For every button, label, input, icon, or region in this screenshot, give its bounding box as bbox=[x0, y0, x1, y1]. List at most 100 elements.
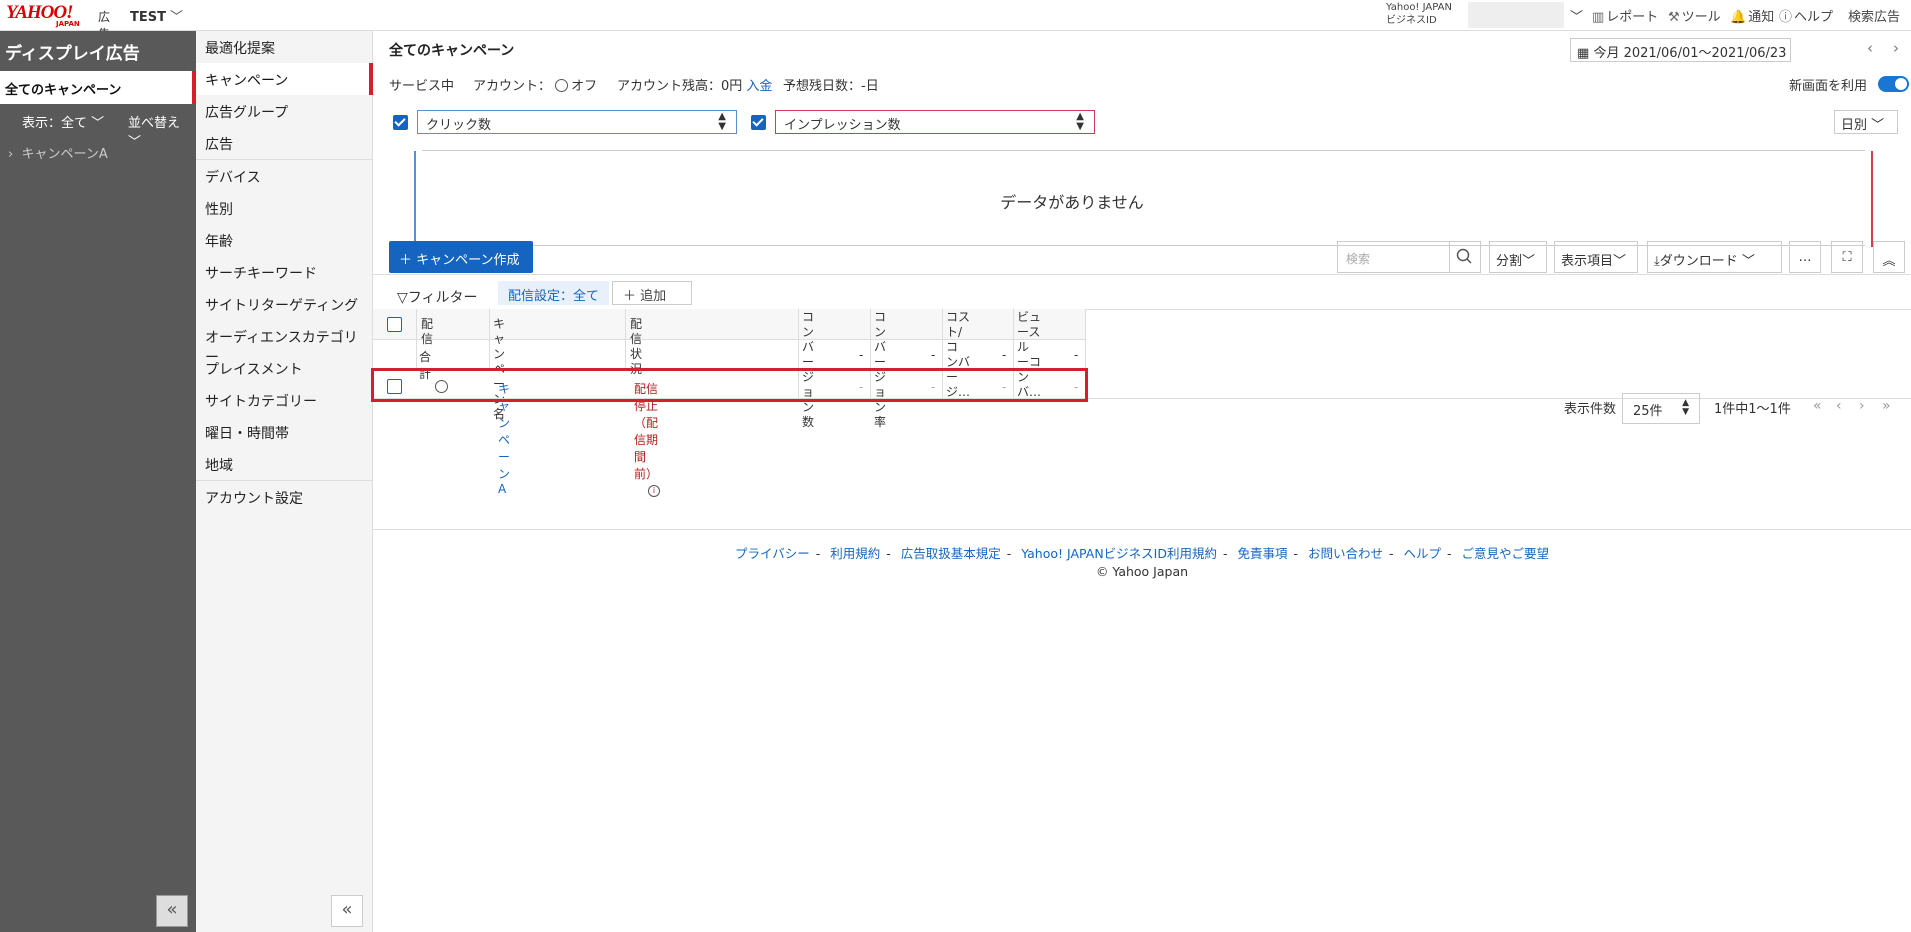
search-ads-link[interactable]: 検索広告 bbox=[1848, 6, 1900, 25]
subnav-item-adgroup[interactable]: 広告グループ bbox=[196, 95, 373, 127]
subnav-item-account-settings[interactable]: アカウント設定 bbox=[196, 481, 373, 513]
expand-icon: ⛶ bbox=[1842, 250, 1852, 265]
chevron-down-icon: ﹀ bbox=[1570, 10, 1584, 25]
deposit-link[interactable]: 入金 bbox=[746, 79, 772, 94]
left-axis bbox=[414, 151, 416, 247]
chevron-down-icon: ﹀ bbox=[1871, 118, 1885, 133]
highlight-box bbox=[371, 368, 1088, 402]
more-button[interactable]: … bbox=[1789, 241, 1821, 273]
subnav-item-audience-category[interactable]: オーディエンスカテゴリー bbox=[196, 320, 373, 366]
account-selector[interactable]: TEST ﹀ bbox=[130, 6, 183, 25]
all-campaigns-item[interactable]: 全てのキャンペーン bbox=[0, 71, 196, 104]
plus-icon: ＋ bbox=[623, 289, 637, 304]
subnav-item-placement[interactable]: プレイスメント bbox=[196, 352, 373, 384]
footer-link-privacy[interactable]: プライバシー bbox=[735, 546, 810, 561]
subnav-item-campaign[interactable]: キャンペーン bbox=[196, 63, 373, 95]
segment-button[interactable]: 分割﹀ bbox=[1489, 241, 1547, 273]
bar-chart-icon: ▥ bbox=[1592, 10, 1605, 25]
sort-dropdown[interactable]: 並べ替え ﹀ bbox=[128, 112, 196, 150]
date-range-selector[interactable]: ▦ 今月 2021/06/01〜2021/06/23 00:30 ﹀ bbox=[1570, 38, 1791, 62]
add-filter-button[interactable]: ＋ 追加 bbox=[612, 281, 692, 305]
collapse-sidebar-button[interactable]: « bbox=[156, 895, 188, 927]
subnav-item-gender[interactable]: 性別 bbox=[196, 192, 373, 224]
footer-link-disclaimer[interactable]: 免責事項 bbox=[1237, 546, 1287, 561]
filter-button[interactable]: ▽フィルター bbox=[397, 287, 478, 307]
select-all-checkbox[interactable] bbox=[387, 317, 402, 332]
prev-period-button[interactable]: ‹ bbox=[1867, 39, 1873, 57]
divider bbox=[373, 529, 1911, 530]
download-button[interactable]: ⤓ダウンロード ﹀ bbox=[1647, 241, 1782, 273]
metric1-select[interactable]: クリック数 ▲ ▼ bbox=[417, 110, 737, 134]
bell-icon: 🔔 bbox=[1730, 10, 1747, 25]
campaign-sidebar: ディスプレイ広告 全てのキャンペーン 表示：全て ﹀ 並べ替え ﹀ › キャンペ… bbox=[0, 31, 196, 932]
chevron-right-icon: › bbox=[8, 147, 14, 162]
footer-link-terms[interactable]: 利用規約 bbox=[830, 546, 880, 561]
footer-link-bizid-terms[interactable]: Yahoo! JAPANビジネスID利用規約 bbox=[1021, 546, 1217, 561]
metric1-checkbox[interactable] bbox=[393, 115, 408, 130]
chevron-down-icon: ﹀ bbox=[91, 116, 105, 131]
subnav-item-search-keyword[interactable]: サーチキーワード bbox=[196, 256, 373, 288]
search-icon bbox=[1456, 248, 1472, 264]
filter-chip[interactable]: 配信設定：全て bbox=[498, 281, 610, 305]
bizid-dropdown[interactable]: ﹀ bbox=[1570, 6, 1583, 25]
business-id-label: Yahoo! JAPAN ビジネスID bbox=[1386, 2, 1452, 26]
subnav-item-day-time[interactable]: 曜日・時間帯 bbox=[196, 416, 373, 448]
help-link[interactable]: ⓘ ヘルプ bbox=[1779, 6, 1833, 25]
per-page-select[interactable]: 25件 ▲ ▼ bbox=[1622, 393, 1700, 424]
display-filter-dropdown[interactable]: 表示：全て ﹀ bbox=[22, 112, 104, 131]
next-page-button[interactable]: › bbox=[1859, 398, 1865, 414]
page-range: 1件中1〜1件 bbox=[1714, 402, 1791, 417]
main-content: 全てのキャンペーン ▦ 今月 2021/06/01〜2021/06/23 00:… bbox=[371, 31, 1911, 932]
total-row bbox=[373, 340, 1086, 371]
chevron-down-icon: ﹀ bbox=[169, 10, 183, 25]
footer-link-contact[interactable]: お問い合わせ bbox=[1308, 546, 1383, 561]
collapse-subnav-button[interactable]: « bbox=[331, 895, 363, 927]
metric2-select[interactable]: インプレッション数 ▲ ▼ bbox=[775, 110, 1095, 134]
up-down-icon: ▲ ▼ bbox=[1682, 398, 1689, 417]
sidebar-campaign-item[interactable]: › キャンペーンA bbox=[8, 143, 108, 162]
chart-area: データがありません bbox=[414, 150, 1873, 247]
report-link[interactable]: ▥ レポート bbox=[1592, 6, 1658, 25]
notification-link[interactable]: 🔔 通知 bbox=[1730, 6, 1774, 25]
create-campaign-button[interactable]: ＋ キャンペーン作成 bbox=[389, 241, 533, 273]
calendar-icon: ▦ bbox=[1577, 46, 1590, 61]
metric2-checkbox[interactable] bbox=[751, 115, 766, 130]
subnav-item-region[interactable]: 地域 bbox=[196, 448, 373, 480]
info-icon[interactable]: i bbox=[648, 485, 660, 497]
per-page-label: 表示件数 bbox=[1564, 402, 1617, 417]
tool-link[interactable]: ⚒ ツール bbox=[1668, 6, 1721, 25]
subnav-item-ad[interactable]: 広告 bbox=[196, 127, 373, 159]
chevron-right-icon: › bbox=[1893, 39, 1899, 57]
footer-link-help[interactable]: ヘルプ bbox=[1404, 546, 1442, 561]
subnav-item-device[interactable]: デバイス bbox=[196, 160, 373, 192]
copyright: © Yahoo Japan bbox=[1095, 564, 1189, 579]
footer-link-feedback[interactable]: ご意見やご要望 bbox=[1462, 546, 1550, 561]
last-page-button[interactable]: » bbox=[1882, 398, 1891, 414]
new-screen-toggle[interactable] bbox=[1878, 76, 1909, 92]
next-period-button[interactable]: › bbox=[1893, 39, 1899, 57]
search-input[interactable]: 検索 bbox=[1337, 241, 1450, 273]
account-balance: アカウント残高：0円 入金 bbox=[617, 79, 773, 94]
subnav-item-site-category[interactable]: サイトカテゴリー bbox=[196, 384, 373, 416]
account-on-off-radio[interactable] bbox=[555, 79, 569, 92]
fullscreen-button[interactable]: ⛶ bbox=[1831, 241, 1863, 273]
footer-link-ad-rules[interactable]: 広告取扱基本規定 bbox=[901, 546, 1001, 561]
no-data-message: データがありません bbox=[1000, 193, 1144, 212]
footer-links: プライバシー - 利用規約 - 広告取扱基本規定 - Yahoo! JAPANビジネス… bbox=[734, 546, 1550, 561]
total-viewthrough-conversions: - bbox=[1074, 348, 1079, 362]
first-page-button[interactable]: « bbox=[1813, 398, 1822, 414]
divider bbox=[373, 274, 1911, 275]
yahoo-ads-logo[interactable]: YAHOO! JAPAN 広告 bbox=[6, 2, 110, 41]
chevron-down-icon: ﹀ bbox=[1741, 254, 1755, 269]
search-button[interactable] bbox=[1449, 241, 1481, 273]
total-conversions: - bbox=[859, 348, 864, 362]
granularity-select[interactable]: 日別 ﹀ bbox=[1834, 110, 1898, 134]
subnav-item-optimization[interactable]: 最適化提案 bbox=[196, 31, 373, 63]
columns-button[interactable]: 表示項目﹀ bbox=[1554, 241, 1638, 273]
subnav-item-age[interactable]: 年齢 bbox=[196, 224, 373, 256]
wrench-icon: ⚒ bbox=[1668, 10, 1680, 25]
sub-navigation: 最適化提案 キャンペーン 広告グループ 広告 デバイス 性別 年齢 サーチキーワ… bbox=[196, 31, 373, 932]
prev-page-button[interactable]: ‹ bbox=[1836, 398, 1842, 414]
subnav-item-site-retargeting[interactable]: サイトリターゲティング bbox=[196, 288, 373, 320]
collapse-chart-button[interactable]: ︽ bbox=[1873, 241, 1905, 273]
